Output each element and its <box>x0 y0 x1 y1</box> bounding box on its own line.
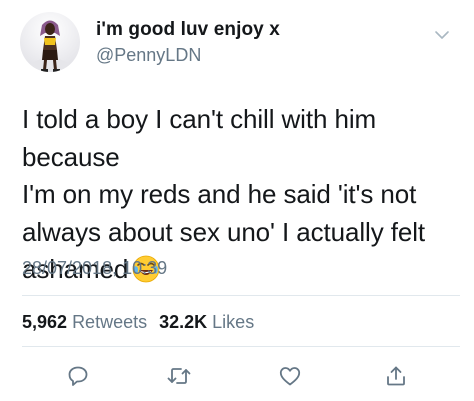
tweet-timestamp[interactable]: 28/07/2018, 10:39 <box>22 258 167 279</box>
likes-label: Likes <box>212 312 255 332</box>
divider <box>22 346 460 347</box>
avatar[interactable] <box>20 12 80 72</box>
reply-button[interactable] <box>62 360 94 392</box>
chevron-down-icon[interactable] <box>434 29 450 41</box>
avatar-image <box>24 20 76 72</box>
likes-stat[interactable]: 32.2K Likes <box>159 312 254 332</box>
retweets-label: Retweets <box>72 312 148 332</box>
retweets-stat[interactable]: 5,962 Retweets <box>22 312 147 332</box>
user-handle[interactable]: @PennyLDN <box>96 45 201 66</box>
retweets-count: 5,962 <box>22 312 68 332</box>
like-button[interactable] <box>274 360 306 392</box>
display-name[interactable]: i'm good luv enjoy x <box>96 19 280 41</box>
tweet-text-line: I'm on my reds and he said 'it's not <box>22 179 417 209</box>
share-button[interactable] <box>380 360 412 392</box>
action-bar <box>0 360 474 392</box>
divider <box>22 295 460 296</box>
retweet-icon <box>167 368 191 384</box>
tweet-card: i'm good luv enjoy x @PennyLDN I told a … <box>0 0 474 401</box>
heart-icon <box>279 367 301 386</box>
reply-icon <box>68 366 88 386</box>
tweet-text-line: always about sex uno' I actually felt <box>22 216 426 247</box>
tweet-stats: 5,962 Retweets 32.2K Likes <box>22 312 254 333</box>
tweet-text-line: I told a boy I can't chill with him beca… <box>22 104 377 172</box>
likes-count: 32.2K <box>159 312 208 332</box>
retweet-button[interactable] <box>163 360 195 392</box>
share-icon <box>387 366 405 386</box>
